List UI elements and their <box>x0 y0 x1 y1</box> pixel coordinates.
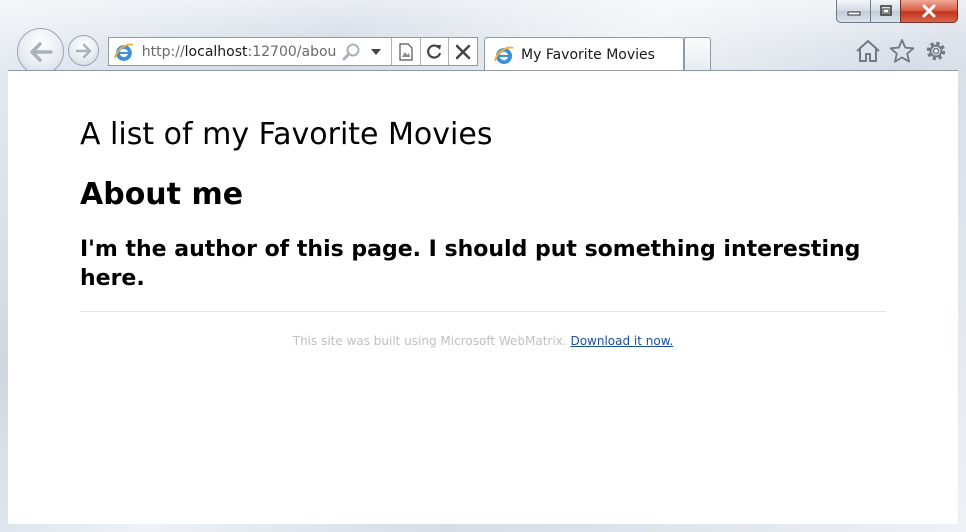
stop-button[interactable] <box>448 38 477 65</box>
tab-my-favorite-movies[interactable]: My Favorite Movies <box>484 37 684 72</box>
footer: This site was built using Microsoft WebM… <box>80 334 886 348</box>
address-bar[interactable]: http://localhost:12700/about. <box>108 37 478 66</box>
download-link[interactable]: Download it now. <box>570 334 673 348</box>
search-button[interactable] <box>342 42 362 62</box>
address-input[interactable]: http://localhost:12700/about. <box>142 44 336 60</box>
tools-button[interactable] <box>922 37 950 65</box>
refresh-button[interactable] <box>419 38 449 65</box>
window-controls <box>836 0 958 24</box>
gear-icon <box>926 41 946 61</box>
home-icon <box>856 40 880 62</box>
page-content: A list of my Favorite Movies About me I'… <box>8 70 958 524</box>
minimize-icon <box>847 11 860 16</box>
tab-title: My Favorite Movies <box>521 47 655 63</box>
chevron-down-icon <box>370 48 381 55</box>
about-text: I'm the author of this page. I should pu… <box>80 237 861 291</box>
back-arrow-icon <box>29 41 53 62</box>
footer-divider <box>80 311 886 312</box>
close-window-button[interactable] <box>900 0 958 23</box>
maximize-button[interactable] <box>870 0 900 23</box>
ie-icon <box>494 46 514 64</box>
forward-arrow-icon <box>75 43 91 58</box>
command-icons <box>854 37 950 65</box>
search-icon <box>342 43 360 60</box>
footer-text: This site was built using Microsoft WebM… <box>292 334 567 348</box>
ie-icon <box>114 43 134 61</box>
minimize-button[interactable] <box>836 0 870 23</box>
restore-icon <box>879 5 892 16</box>
compatibility-view-icon <box>399 42 413 61</box>
url-host: localhost <box>184 43 248 60</box>
address-dropdown-button[interactable] <box>370 48 381 55</box>
favorites-button[interactable] <box>888 37 916 65</box>
url-rest: :12700/about. <box>247 43 336 60</box>
stop-icon <box>455 44 471 59</box>
home-button[interactable] <box>854 37 882 65</box>
star-icon <box>889 39 915 63</box>
compatibility-view-button[interactable] <box>392 38 420 65</box>
site-title: A list of my Favorite Movies <box>80 117 493 152</box>
forward-button[interactable] <box>68 35 99 66</box>
browser-window: http://localhost:12700/about. My Favorit… <box>0 0 966 532</box>
back-button[interactable] <box>17 28 64 75</box>
close-icon <box>922 4 936 18</box>
refresh-icon <box>427 43 442 59</box>
about-heading: About me <box>80 177 244 212</box>
url-prefix: http:// <box>141 43 185 60</box>
new-tab-button[interactable] <box>684 37 711 70</box>
